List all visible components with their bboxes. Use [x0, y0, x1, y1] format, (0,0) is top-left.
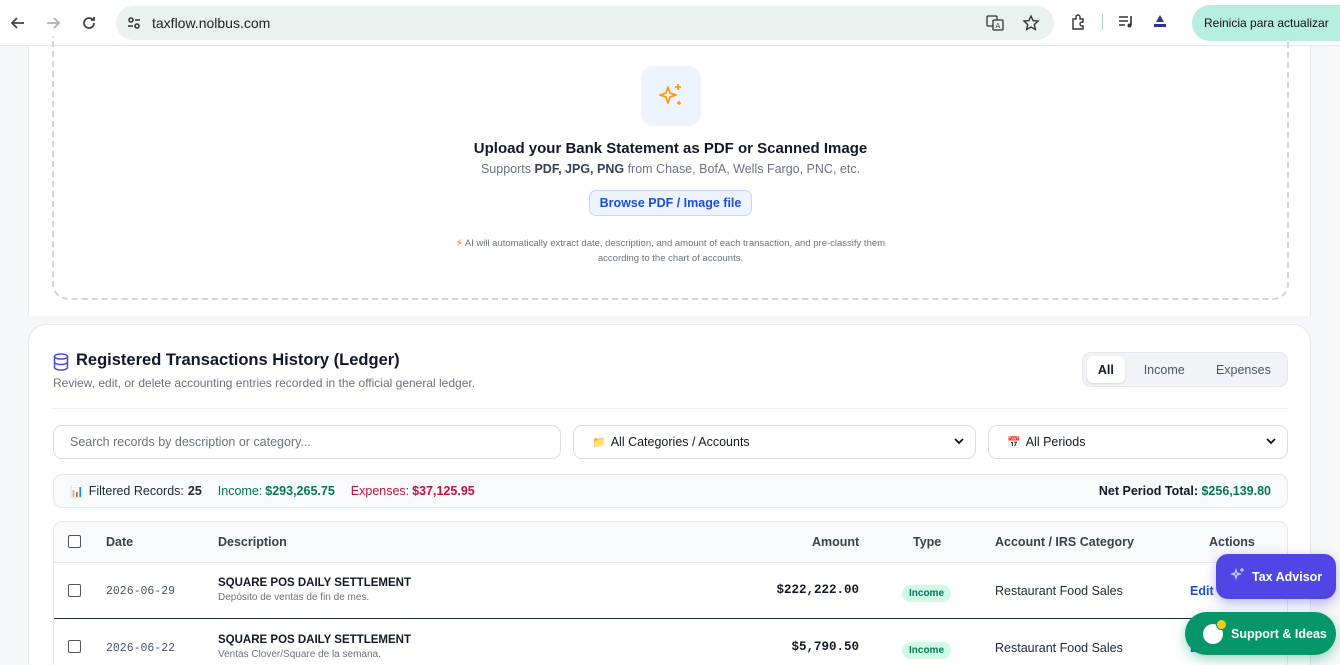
profile-avatar-icon[interactable]: [1149, 11, 1171, 33]
formats-suffix: from Chase, BofA, Wells Fargo, PNC, etc.: [627, 162, 861, 176]
site-settings-icon[interactable]: [124, 13, 144, 33]
col-date[interactable]: Date: [106, 535, 133, 549]
net-label: Net Period Total:: [1098, 484, 1198, 498]
row-description-title: SQUARE POS DAILY SETTLEMENT: [218, 577, 411, 589]
income-label: Income:: [217, 484, 263, 498]
table-header: Date Description Amount Type Account / I…: [54, 522, 1287, 563]
income-total: $293,265.75: [265, 484, 335, 498]
notification-dot: [1216, 618, 1227, 630]
row-type: Income: [902, 640, 952, 659]
upload-subtitle: Supports PDF, JPG, PNG from Chase, BofA,…: [29, 162, 1312, 176]
folder-icon: 📁: [592, 436, 606, 449]
row-description-note: Depósito de ventas de fin de mes.: [218, 592, 370, 603]
bookmark-star-icon[interactable]: [1020, 12, 1042, 34]
svg-text:A: A: [996, 22, 1001, 30]
chevron-down-icon: [1265, 435, 1277, 450]
browse-file-button[interactable]: Browse PDF / Image file: [589, 190, 752, 216]
stats-bar: 📊 Filtered Records: 25 Income: $293,265.…: [53, 474, 1288, 508]
translate-icon[interactable]: A: [984, 12, 1006, 34]
calendar-icon: 📅: [1007, 436, 1021, 449]
ledger-title: Registered Transactions History (Ledger): [76, 351, 400, 369]
edit-button[interactable]: Edit: [1190, 584, 1214, 598]
table-row[interactable]: 2026-06-22 SQUARE POS DAILY SETTLEMENT V…: [54, 620, 1287, 665]
category-select-value: All Categories / Accounts: [610, 435, 750, 449]
row-description: SQUARE POS DAILY SETTLEMENT Depósito de …: [218, 577, 411, 603]
row-checkbox[interactable]: [68, 584, 81, 597]
database-icon: [53, 353, 69, 371]
url-text[interactable]: taxflow.nolbus.com: [152, 15, 270, 31]
sparkles-icon: [1229, 567, 1246, 586]
section-divider: [53, 408, 1288, 409]
search-input[interactable]: [53, 425, 561, 459]
category-select[interactable]: 📁 All Categories / Accounts: [573, 425, 976, 459]
ledger-subtitle: Review, edit, or delete accounting entri…: [53, 376, 476, 390]
chat-bubble-icon: [1203, 618, 1227, 644]
formats-list: PDF, JPG, PNG: [534, 162, 625, 176]
filtered-count: 25: [187, 484, 202, 498]
row-date: 2026-06-29: [106, 585, 176, 598]
row-account: Restaurant Food Sales: [995, 641, 1123, 655]
media-controls-icon[interactable]: [1115, 11, 1137, 33]
back-icon[interactable]: [0, 5, 36, 41]
row-type: Income: [902, 583, 952, 602]
net-value: $256,139.80: [1201, 484, 1271, 498]
ledger-table: Date Description Amount Type Account / I…: [53, 521, 1288, 665]
select-all-checkbox[interactable]: [68, 535, 81, 548]
support-label: Support & Ideas: [1231, 626, 1327, 641]
tab-all[interactable]: All: [1087, 356, 1125, 383]
expenses-total: $37,125.95: [412, 484, 475, 498]
filtered-label: Filtered Records:: [88, 484, 184, 498]
bar-chart-icon: 📊: [70, 485, 84, 498]
type-badge: Income: [902, 585, 952, 602]
col-account[interactable]: Account / IRS Category: [995, 535, 1134, 549]
extensions-icon[interactable]: [1068, 11, 1090, 33]
formats-prefix: Supports: [480, 162, 531, 176]
chevron-down-icon: [953, 435, 965, 450]
row-checkbox[interactable]: [68, 640, 81, 653]
sparkles-icon: [641, 66, 701, 126]
upload-card: Upload your Bank Statement as PDF or Sca…: [28, 36, 1312, 316]
support-ideas-button[interactable]: Support & Ideas: [1185, 612, 1336, 655]
col-type[interactable]: Type: [913, 535, 941, 549]
period-select[interactable]: 📅 All Periods: [988, 425, 1288, 459]
row-description-title: SQUARE POS DAILY SETTLEMENT: [218, 634, 411, 646]
col-amount[interactable]: Amount: [812, 535, 859, 549]
page-content: Upload your Bank Statement as PDF or Sca…: [0, 36, 1340, 665]
address-bar[interactable]: taxflow.nolbus.com A: [116, 6, 1054, 40]
ai-note-text: AI will automatically extract date, desc…: [464, 238, 886, 264]
upload-title: Upload your Bank Statement as PDF or Sca…: [473, 140, 868, 157]
row-amount: $222,222.00: [776, 583, 859, 597]
tab-income[interactable]: Income: [1125, 356, 1204, 383]
lightning-icon: ⚡: [455, 238, 463, 249]
row-account: Restaurant Food Sales: [995, 584, 1123, 598]
expenses-label: Expenses:: [350, 484, 410, 498]
ai-note: ⚡ AI will automatically extract date, de…: [449, 236, 892, 266]
tax-advisor-button[interactable]: Tax Advisor: [1216, 554, 1336, 599]
type-badge: Income: [902, 642, 952, 659]
row-date: 2026-06-22: [106, 642, 176, 655]
toolbar-divider: [1102, 14, 1103, 30]
tax-advisor-label: Tax Advisor: [1252, 569, 1323, 584]
table-row[interactable]: 2026-06-29 SQUARE POS DAILY SETTLEMENT D…: [54, 563, 1287, 619]
type-filter-tabs: All Income Expenses: [1082, 352, 1288, 387]
net-total: Net Period Total: $256,139.80: [1099, 484, 1271, 498]
row-amount: $5,790.50: [791, 640, 859, 654]
ledger-card: Registered Transactions History (Ledger)…: [28, 324, 1311, 665]
row-description: SQUARE POS DAILY SETTLEMENT Ventas Clove…: [218, 634, 411, 660]
col-description[interactable]: Description: [218, 535, 287, 549]
col-actions: Actions: [1209, 535, 1255, 549]
period-select-value: All Periods: [1025, 435, 1086, 449]
tab-expenses[interactable]: Expenses: [1204, 356, 1283, 383]
row-description-note: Ventas Clover/Square de la semana.: [218, 649, 381, 660]
